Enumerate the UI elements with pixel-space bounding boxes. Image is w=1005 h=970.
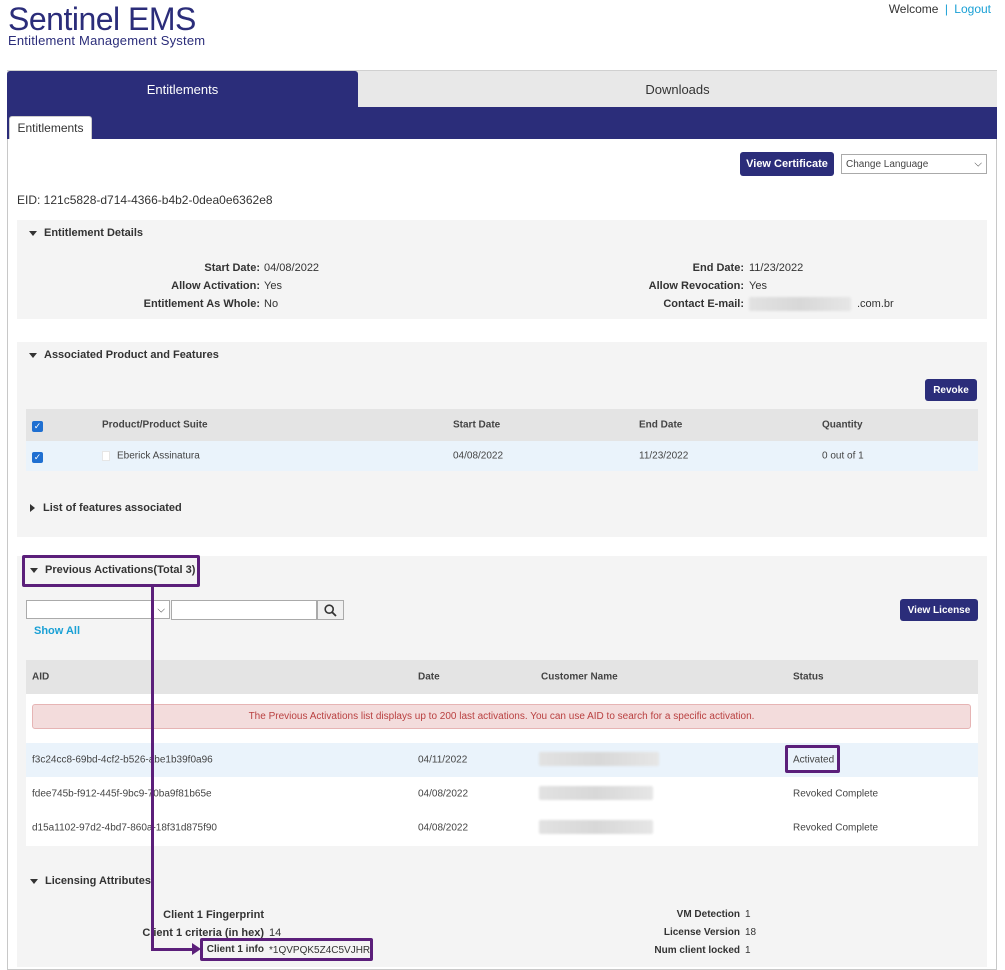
- contact-email-suffix: .com.br: [857, 298, 894, 310]
- col-quantity: Quantity: [822, 419, 863, 431]
- view-license-button[interactable]: View License: [900, 599, 978, 621]
- logo-subtitle: Entitlement Management System: [8, 33, 206, 48]
- collapse-triangle-icon: [29, 230, 37, 236]
- col-status: Status: [793, 671, 824, 683]
- redacted-customer-name: [539, 786, 653, 800]
- licensing-attributes-title: Licensing Attributes: [45, 875, 151, 887]
- num-client-locked-value: 1: [745, 945, 751, 956]
- view-certificate-button[interactable]: View Certificate: [740, 152, 834, 176]
- num-client-locked-label: Num client locked: [654, 945, 740, 956]
- allow-revocation-value: Yes: [749, 280, 767, 292]
- licensing-attributes-header[interactable]: Licensing Attributes: [30, 875, 151, 887]
- annotation-connector-line: [151, 587, 154, 951]
- tab-entitlements[interactable]: Entitlements: [7, 71, 358, 108]
- col-customer-name: Customer Name: [541, 671, 618, 683]
- search-icon: [324, 603, 337, 617]
- logo-name: Sentinel EMS: [8, 1, 196, 37]
- revoke-button[interactable]: Revoke: [925, 379, 977, 401]
- chevron-down-icon: ⌵: [157, 604, 165, 615]
- allow-revocation-label: Allow Revocation:: [648, 280, 744, 292]
- start-date-label: Start Date:: [204, 262, 260, 274]
- entitlement-as-whole-label: Entitlement As Whole:: [143, 298, 260, 310]
- col-date: Date: [418, 671, 440, 683]
- col-aid: AID: [32, 671, 50, 683]
- date-cell: 04/11/2022: [418, 754, 468, 766]
- collapse-triangle-icon: [30, 878, 38, 884]
- features-list-title: List of features associated: [43, 502, 182, 514]
- col-end-date: End Date: [639, 419, 683, 431]
- status-cell: Revoked Complete: [793, 822, 879, 834]
- allow-activation-label: Allow Activation:: [171, 280, 260, 292]
- redacted-customer-name: [539, 752, 659, 766]
- license-version-value: 18: [745, 927, 757, 938]
- aid-cell: f3c24cc8-69bd-4cf2-b526-abe1b39f0a96: [32, 754, 213, 766]
- expand-triangle-icon: [30, 504, 35, 512]
- sub-tab-bar: Entitlements: [7, 107, 997, 139]
- welcome-text: Welcome: [888, 2, 939, 16]
- sentinel-logo: Sentinel EMS Entitlement Management Syst…: [8, 2, 205, 47]
- show-all-link[interactable]: Show All: [34, 625, 80, 637]
- table-row[interactable]: d15a1102-97d2-4bd7-860a-18f31d875f90 04/…: [26, 811, 978, 845]
- main-tabs: Entitlements Downloads: [7, 70, 997, 108]
- change-language-value: Change Language: [846, 158, 929, 170]
- tab-downloads[interactable]: Downloads: [358, 71, 997, 108]
- arrow-right-icon: [192, 943, 201, 955]
- col-start-date: Start Date: [453, 419, 501, 431]
- date-cell: 04/08/2022: [418, 788, 469, 800]
- allow-activation-value: Yes: [264, 280, 282, 292]
- activations-notice: The Previous Activations list displays u…: [32, 704, 971, 729]
- contact-email-label: Contact E-mail:: [663, 298, 744, 310]
- aid-cell: fdee745b-f912-445f-9bc9-70ba9f81b65e: [32, 788, 212, 800]
- product-features-header[interactable]: Associated Product and Features: [29, 349, 219, 361]
- product-start-date: 04/08/2022: [453, 450, 504, 462]
- activations-table-header: AID Date Customer Name Status: [26, 660, 978, 694]
- features-list-toggle[interactable]: List of features associated: [30, 502, 182, 514]
- logout-link[interactable]: Logout: [954, 2, 991, 16]
- product-name: Eberick Assinatura: [117, 450, 200, 462]
- entitlement-details-title: Entitlement Details: [44, 227, 144, 239]
- collapse-triangle-icon: [29, 352, 37, 358]
- end-date-value: 11/23/2022: [749, 262, 804, 274]
- client1-fingerprint-label: Client 1 Fingerprint: [163, 909, 264, 921]
- table-row[interactable]: fdee745b-f912-445f-9bc9-70ba9f81b65e 04/…: [26, 777, 978, 811]
- entitlement-details-header[interactable]: Entitlement Details: [29, 227, 143, 239]
- end-date-label: End Date:: [692, 262, 744, 274]
- redacted-email: [749, 297, 851, 311]
- start-date-value: 04/08/2022: [264, 262, 320, 274]
- products-table-header: ✓ Product/Product Suite Start Date End D…: [26, 409, 978, 441]
- product-icon: [102, 451, 110, 461]
- top-nav: Welcome | Logout: [889, 2, 991, 16]
- col-product: Product/Product Suite: [102, 419, 208, 431]
- eid-label: EID: 121c5828-d714-4366-b4b2-0dea0e6362e…: [17, 193, 273, 207]
- aid-cell: d15a1102-97d2-4bd7-860a-18f31d875f90: [32, 822, 217, 834]
- select-all-checkbox[interactable]: ✓: [32, 421, 43, 432]
- date-cell: 04/08/2022: [418, 822, 469, 834]
- chevron-down-icon: ⌵: [974, 158, 982, 170]
- annotation-connector-line: [151, 948, 193, 951]
- product-features-title: Associated Product and Features: [44, 349, 219, 361]
- vm-detection-label: VM Detection: [676, 909, 740, 920]
- highlight-client-info: [200, 938, 373, 961]
- search-input[interactable]: [171, 600, 317, 620]
- change-language-select[interactable]: Change Language ⌵: [841, 154, 987, 174]
- redacted-customer-name: [539, 820, 653, 834]
- search-field-select[interactable]: ⌵: [26, 600, 170, 619]
- license-version-label: License Version: [663, 927, 740, 938]
- entitlement-as-whole-value: No: [264, 298, 279, 310]
- row-checkbox[interactable]: ✓: [32, 452, 43, 463]
- products-table: ✓ Product/Product Suite Start Date End D…: [26, 409, 978, 471]
- status-cell: Revoked Complete: [793, 788, 879, 800]
- product-end-date: 11/23/2022: [639, 450, 689, 462]
- nav-separator: |: [944, 2, 948, 16]
- search-button[interactable]: [317, 600, 344, 620]
- product-quantity: 0 out of 1: [822, 450, 864, 462]
- subtab-entitlements[interactable]: Entitlements: [9, 116, 92, 139]
- highlight-activations-title: [22, 555, 200, 587]
- highlight-activated-status: [785, 745, 840, 773]
- table-row[interactable]: ✓ Eberick Assinatura 04/08/2022 11/23/20…: [26, 441, 978, 471]
- vm-detection-value: 1: [745, 909, 751, 920]
